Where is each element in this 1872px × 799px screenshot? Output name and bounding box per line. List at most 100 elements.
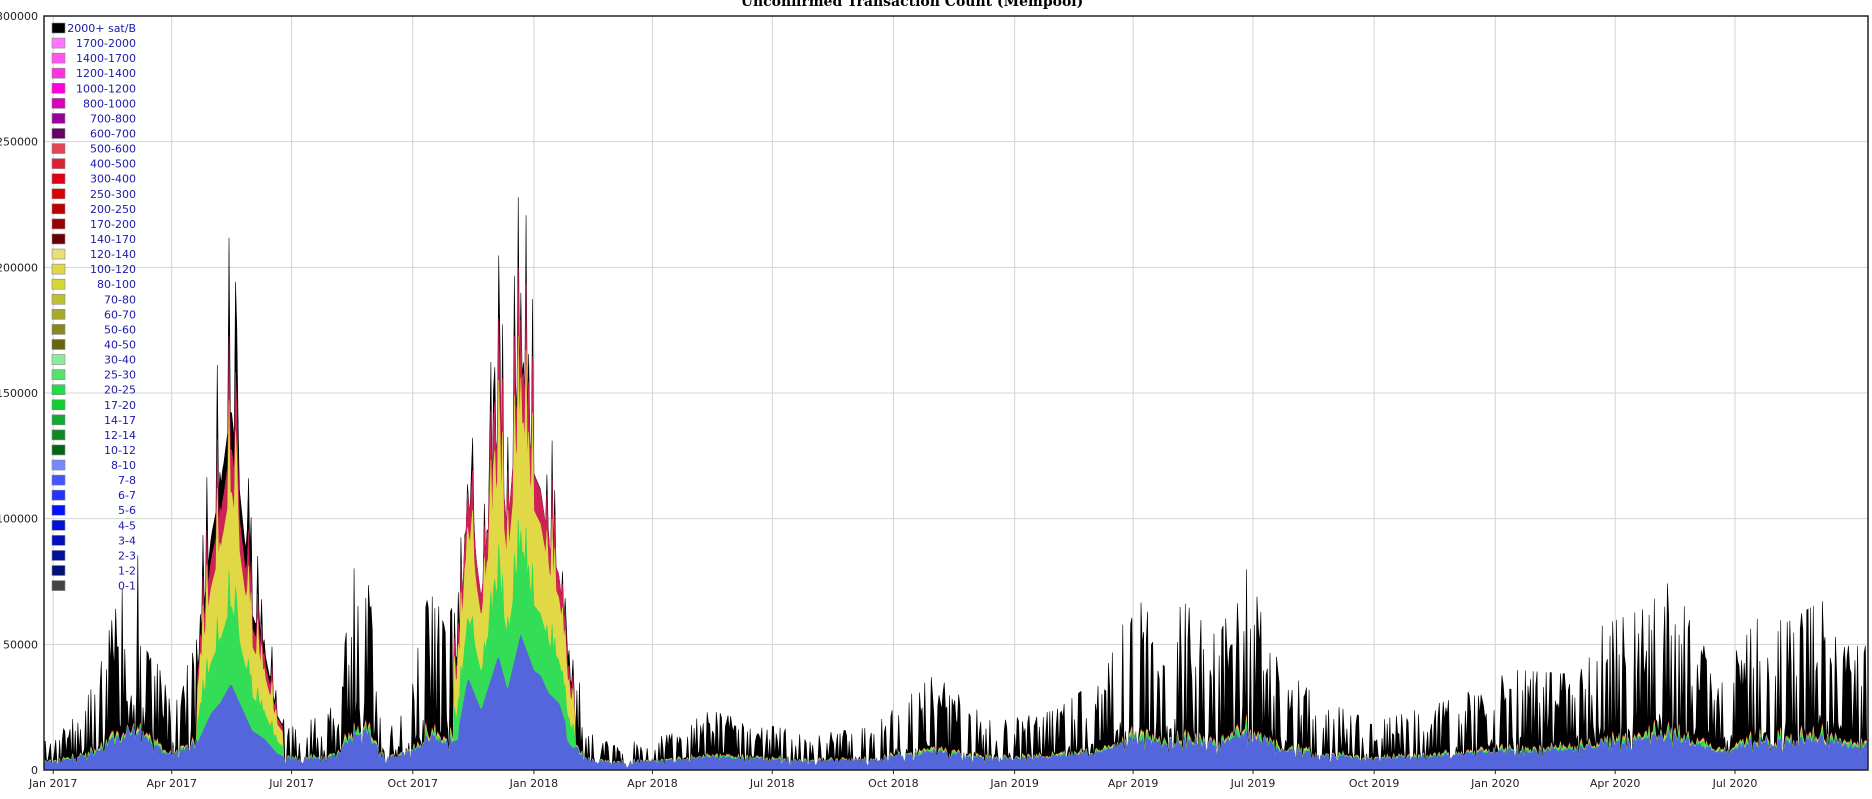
x-tick-label: Jan 2020 [1470,777,1519,790]
x-tick-label: Apr 2020 [1590,777,1641,790]
y-tick-label: 200000 [0,261,38,274]
legend-label: 700-800 [90,112,136,125]
legend-swatch [51,52,66,64]
legend-swatch [51,580,66,591]
legend-swatch [51,158,66,169]
y-tick-label: 250000 [0,136,38,149]
legend-label: 80-100 [97,278,136,291]
x-tick-label: Oct 2019 [1349,777,1400,790]
legend-label: 170-200 [90,218,136,231]
chart-title: Unconfirmed Transaction Count (Mempool) [741,0,1083,10]
x-tick-label: Jul 2017 [268,777,314,790]
legend-label: 1-2 [118,565,136,578]
y-tick-label: 0 [31,764,38,777]
chart-canvas: Unconfirmed Transaction Count (Mempool) … [0,0,1869,790]
y-tick-label: 150000 [0,387,38,400]
legend-swatch [51,113,66,124]
legend-swatch [51,324,66,335]
legend-swatch [51,278,66,290]
x-tick-label: Jul 2018 [749,777,795,790]
legend-label: 400-500 [90,158,136,171]
x-tick-label: Apr 2017 [146,777,197,790]
legend-swatch [51,128,66,139]
legend-swatch [51,309,66,320]
legend-label: 500-600 [90,143,136,156]
series-areas [43,197,1869,771]
legend-swatch [51,429,66,441]
legend-swatch [51,474,66,486]
x-tick-label: Apr 2019 [1108,777,1159,790]
legend-label: 25-30 [104,369,136,382]
legend-label: 100-120 [90,263,136,276]
legend-label: 70-80 [104,293,136,306]
legend-label: 6-7 [118,489,136,502]
legend-swatch [51,203,66,215]
legend-swatch [51,82,66,94]
x-axis-ticks: Jan 2017 Apr 2017 Jul 2017 Oct 2017 Jan 2018… [28,770,1757,790]
y-tick-label: 100000 [0,513,38,526]
y-tick-label: 50000 [3,638,38,651]
legend-swatch [51,248,66,260]
legend-swatch [51,565,66,576]
legend-label: 1200-1400 [76,67,136,80]
legend-label: 12-14 [104,429,136,442]
legend-swatch [51,535,66,546]
legend-swatch [51,444,66,456]
legend-label: 50-60 [104,323,136,336]
legend: 2000+ sat/B 1700-2000 1400-1700 1200-1400 10… [51,22,136,593]
x-tick-label: Jan 2018 [509,777,558,790]
legend-label: 140-170 [90,233,136,246]
legend-swatch [51,98,66,109]
legend-swatch [51,414,66,426]
legend-swatch [51,339,66,350]
legend-swatch [51,489,66,501]
x-tick-label: Jan 2017 [28,777,77,790]
x-tick-label: Jul 2020 [1712,777,1758,790]
legend-swatch [51,218,66,230]
legend-label: 0-1 [118,580,136,593]
legend-label: 200-250 [90,203,136,216]
legend-label: 30-40 [104,354,136,367]
legend-label: 800-1000 [83,97,136,110]
y-tick-label: 300000 [0,10,38,23]
legend-swatch [51,354,66,365]
series-total-area [43,197,1869,771]
x-tick-label: Oct 2018 [868,777,919,790]
legend-swatch [51,22,66,34]
legend-label: 14-17 [104,414,136,427]
x-tick-label: Jan 2019 [989,777,1038,790]
legend-label: 40-50 [104,338,136,351]
legend-swatch [51,384,66,395]
legend-label: 3-4 [118,534,136,547]
legend-label: 60-70 [104,308,136,321]
y-axis-ticks: 0 50000 100000 150000 200000 250000 300000 [0,10,38,777]
x-tick-label: Apr 2018 [627,777,678,790]
legend-label: 600-700 [90,127,136,140]
legend-label: 1400-1700 [76,52,136,65]
legend-label: 20-25 [104,384,136,397]
legend-swatch [51,550,66,561]
legend-label: 4-5 [118,519,136,532]
legend-swatch [51,459,66,471]
legend-swatch [51,37,66,49]
legend-label: 300-400 [90,173,136,186]
mempool-chart: Unconfirmed Transaction Count (Mempool) … [0,0,1872,795]
x-tick-label: Oct 2017 [387,777,438,790]
legend-swatch [51,520,66,531]
legend-swatch [51,399,66,411]
legend-swatch [51,188,66,200]
legend-label: 2000+ sat/B [67,22,136,35]
legend-label: 17-20 [104,399,136,412]
legend-swatch [51,143,66,154]
legend-swatch [51,233,66,245]
legend-label: 1700-2000 [76,37,136,50]
legend-label: 250-300 [90,188,136,201]
legend-label: 120-140 [90,248,136,261]
legend-swatch [51,67,66,79]
legend-swatch [51,504,66,516]
legend-swatch [51,369,66,380]
grid-lines [44,15,1868,771]
x-tick-label: Jul 2019 [1230,777,1276,790]
legend-label: 7-8 [118,474,136,487]
series-mid-fee-area [43,336,1869,771]
